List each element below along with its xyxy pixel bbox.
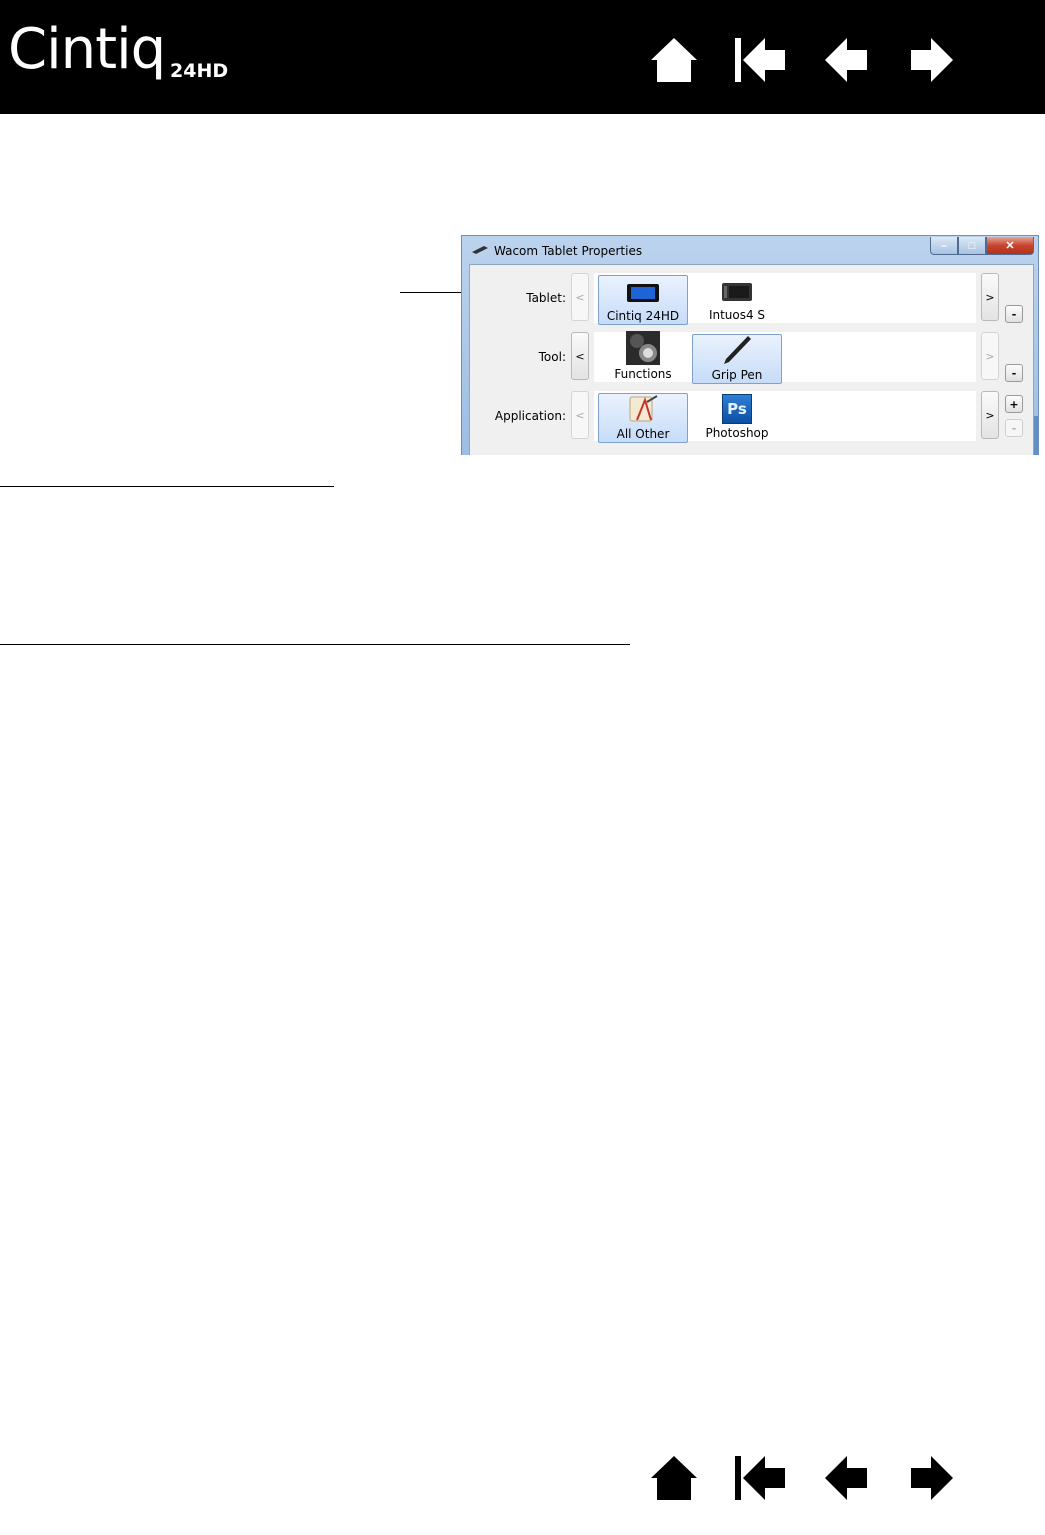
window-titlebar: Wacom Tablet Properties – □ ✕ [462, 236, 1038, 264]
cintiq-tablet-icon [627, 284, 659, 302]
tablet-row: Tablet: < Cintiq 24HD Intuos4 S > - [470, 269, 1036, 325]
home-button[interactable] [646, 1452, 702, 1504]
application-scroll-right-button[interactable]: > [981, 391, 999, 439]
home-icon [651, 1456, 697, 1500]
logo-brand: Cintiq [8, 17, 166, 82]
application-label: Application: [494, 409, 566, 423]
tablet-scroll-right-button[interactable]: > [981, 273, 999, 321]
add-application-button[interactable]: + [1005, 395, 1023, 413]
item-label: Intuos4 S [708, 308, 766, 322]
next-page-button[interactable] [904, 34, 960, 86]
item-label: All Other [616, 427, 670, 441]
bottom-navigation [646, 1452, 960, 1504]
tool-scroll-right-button[interactable]: > [981, 332, 999, 380]
tablet-item-cintiq-24hd[interactable]: Cintiq 24HD [598, 275, 688, 325]
window-client-area: Tablet: < Cintiq 24HD Intuos4 S > - Tool… [469, 264, 1034, 455]
page-header: Cintiq 24HD [0, 0, 1045, 114]
application-item-all-other[interactable]: All Other [598, 393, 688, 443]
window-edge [1034, 416, 1038, 455]
application-item-photoshop[interactable]: Ps Photoshop [692, 393, 782, 443]
previous-page-icon [825, 38, 867, 82]
previous-page-button[interactable] [818, 34, 874, 86]
all-other-apps-icon [629, 395, 658, 422]
next-page-button[interactable] [904, 1452, 960, 1504]
pen-icon [472, 246, 488, 254]
window-title: Wacom Tablet Properties [494, 244, 643, 258]
remove-application-button[interactable]: - [1005, 419, 1023, 437]
home-button[interactable] [646, 34, 702, 86]
horizontal-rule [0, 644, 630, 645]
window-controls: – □ ✕ [930, 237, 1034, 255]
minimize-button[interactable]: – [930, 237, 958, 255]
close-button[interactable]: ✕ [986, 237, 1034, 255]
tool-list: Functions Grip Pen [594, 331, 976, 384]
tool-row: Tool: < Functions Grip Pen > - [470, 328, 1036, 384]
top-navigation [646, 34, 960, 86]
remove-tablet-button[interactable]: - [1005, 305, 1023, 323]
logo-model: 24HD [170, 60, 229, 82]
tool-item-functions[interactable]: Functions [598, 331, 688, 384]
application-row: Application: < All Other Ps Photoshop > … [470, 387, 1036, 443]
next-page-icon [911, 1456, 953, 1500]
first-page-button[interactable] [732, 1452, 788, 1504]
item-label: Photoshop [705, 426, 769, 440]
tool-scroll-left-button[interactable]: < [571, 332, 589, 380]
horizontal-rule [0, 486, 334, 487]
previous-page-button[interactable] [818, 1452, 874, 1504]
tablet-label: Tablet: [526, 291, 566, 305]
application-list: All Other Ps Photoshop [594, 391, 976, 443]
tablet-list: Cintiq 24HD Intuos4 S [594, 273, 976, 325]
first-page-button[interactable] [732, 34, 788, 86]
functions-icon [626, 331, 660, 365]
home-icon [651, 38, 697, 82]
photoshop-icon: Ps [722, 394, 752, 424]
maximize-button[interactable]: □ [958, 237, 986, 255]
tool-label: Tool: [538, 350, 566, 364]
next-page-icon [911, 38, 953, 82]
tablet-item-intuos4-s[interactable]: Intuos4 S [692, 275, 782, 325]
grip-pen-icon [724, 336, 751, 364]
tablet-scroll-left-button[interactable]: < [571, 273, 589, 321]
previous-page-icon [825, 1456, 867, 1500]
intuos-tablet-icon [722, 283, 752, 301]
first-page-icon [735, 1456, 785, 1500]
application-scroll-left-button[interactable]: < [571, 391, 589, 439]
tool-item-grip-pen[interactable]: Grip Pen [692, 334, 782, 384]
cintiq-logo: Cintiq 24HD [8, 22, 228, 83]
first-page-icon [735, 38, 785, 82]
item-label: Functions [614, 367, 672, 381]
item-label: Cintiq 24HD [606, 309, 680, 323]
item-label: Grip Pen [711, 368, 763, 382]
remove-tool-button[interactable]: - [1005, 364, 1023, 382]
wacom-tablet-properties-window: Wacom Tablet Properties – □ ✕ Tablet: < … [461, 235, 1039, 455]
